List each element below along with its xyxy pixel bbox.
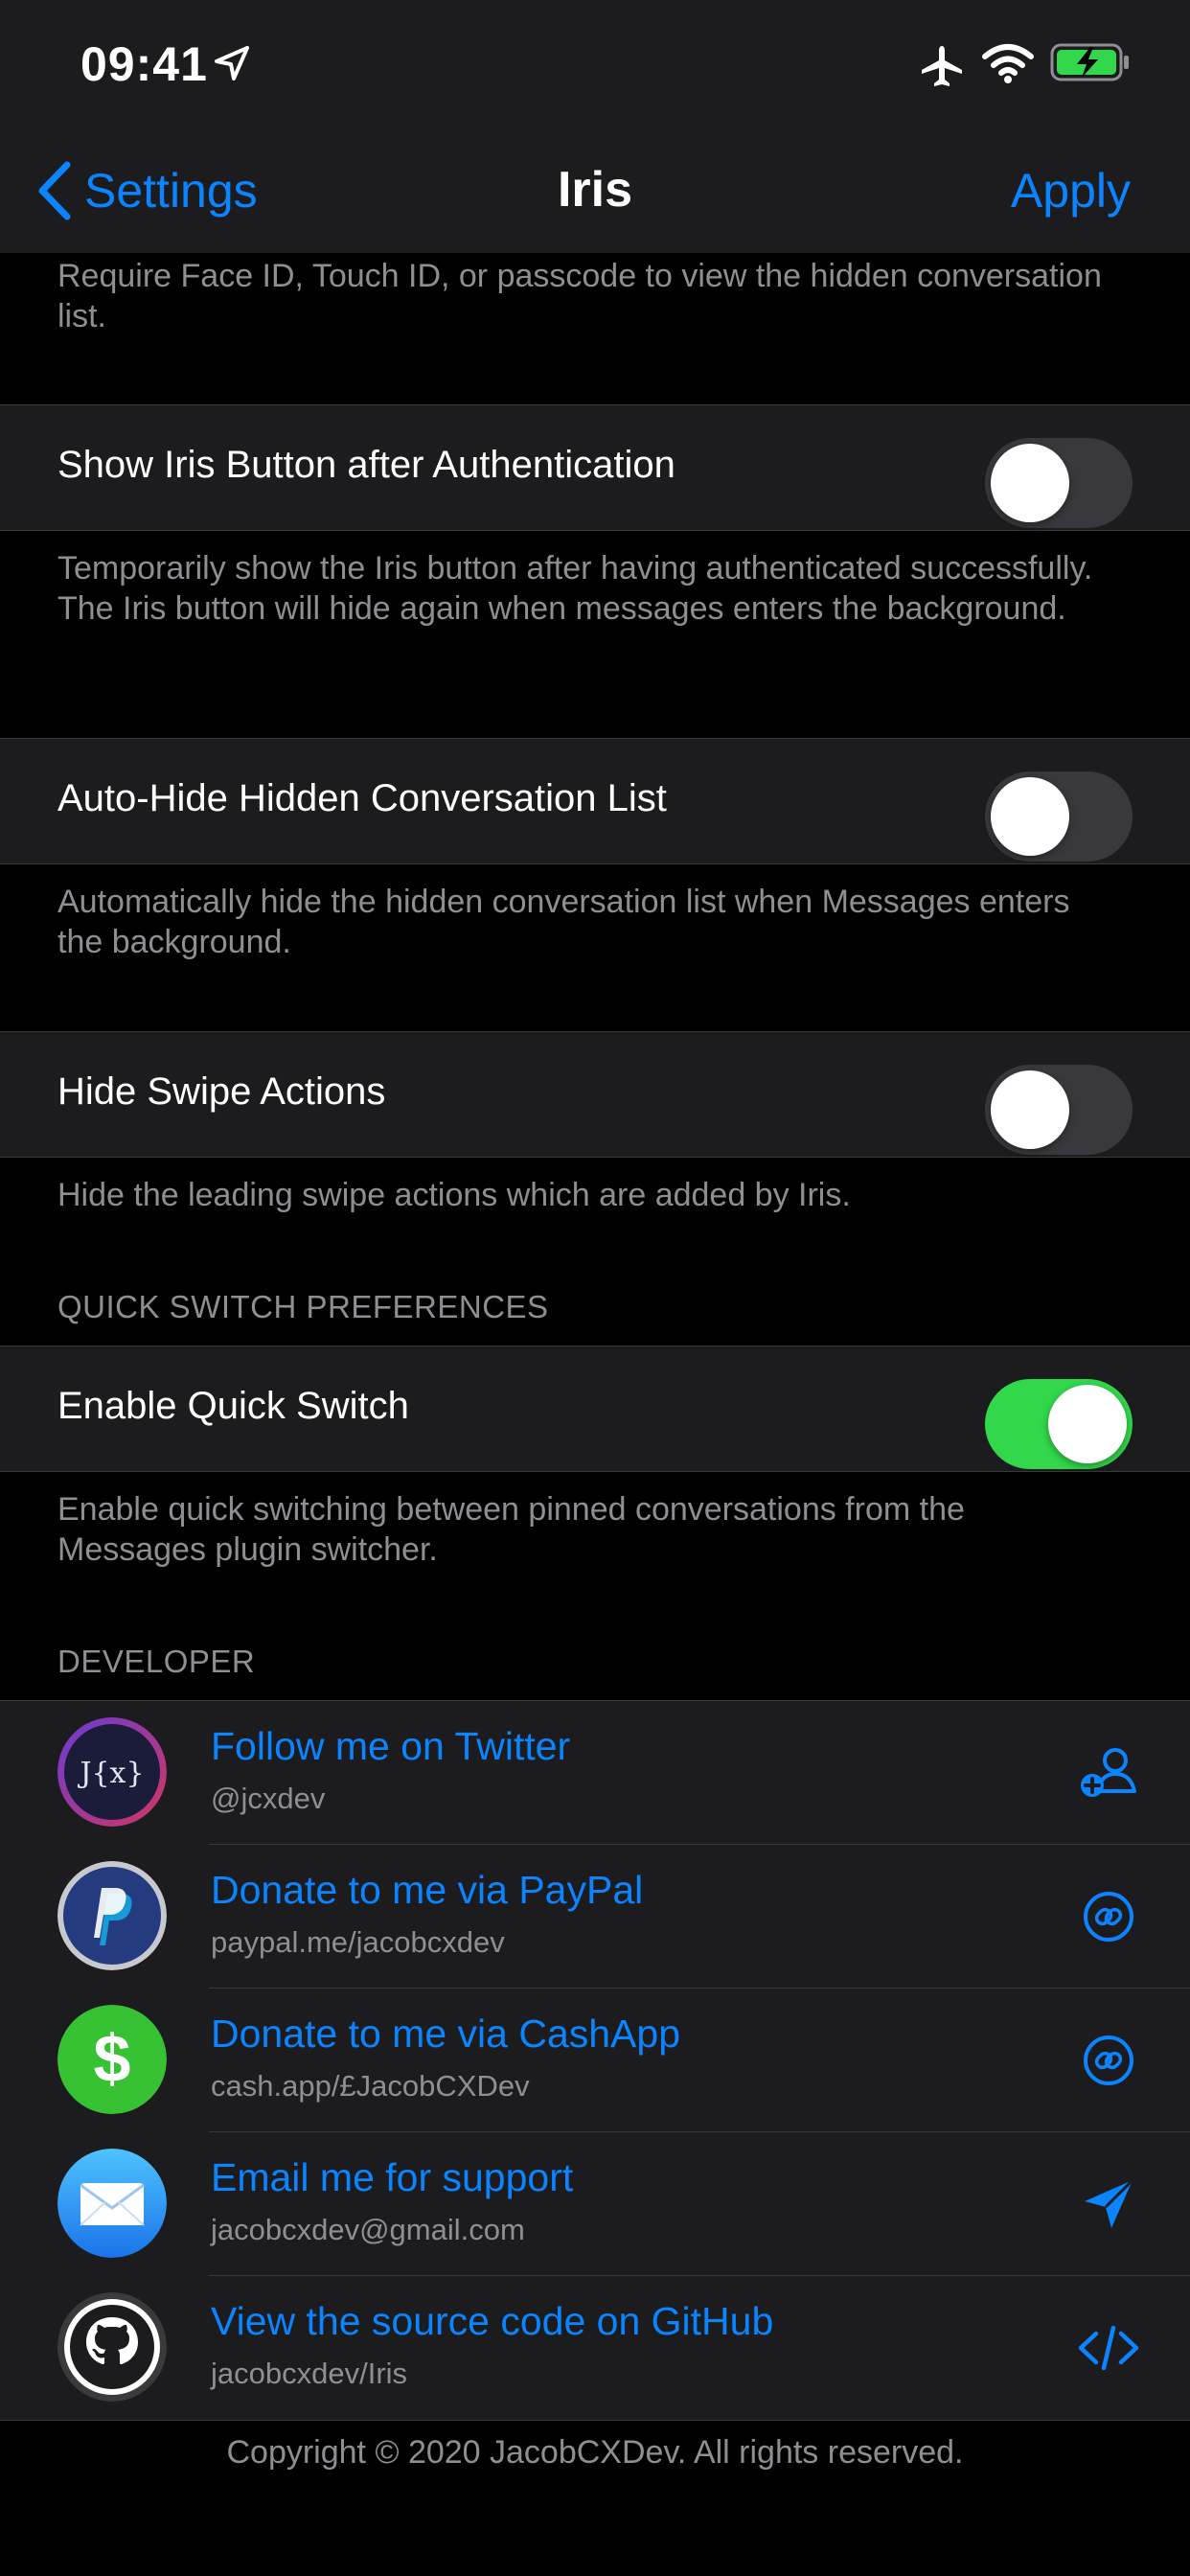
developer-row-subtitle: cash.app/£JacobCXDev — [211, 2069, 530, 2103]
developer-row-paypal[interactable]: Donate to me via PayPal paypal.me/jacobc… — [0, 1845, 1190, 1989]
section-header-quick-switch: QUICK SWITCH PREFERENCES — [57, 1289, 549, 1324]
setting-label: Enable Quick Switch — [57, 1385, 409, 1427]
mail-logo-icon — [57, 2149, 167, 2258]
developer-row-twitter[interactable]: J{x} Follow me on Twitter @jcxdev — [0, 1701, 1190, 1845]
status-bar: 09:41 — [0, 0, 1190, 128]
quick-switch-footer: Enable quick switching between pinned co… — [57, 1491, 965, 1568]
developer-row-subtitle: jacobcxdev@gmail.com — [211, 2213, 525, 2246]
setting-row-hide-swipe-actions: Hide Swipe Actions — [0, 1031, 1190, 1158]
battery-charging-icon — [1050, 43, 1129, 81]
passcode-footer: Require Face ID, Touch ID, or passcode t… — [57, 258, 1102, 334]
enable-quick-switch-toggle[interactable] — [985, 1379, 1133, 1469]
airplane-icon — [922, 46, 962, 86]
setting-footer: Temporarily show the Iris button after h… — [57, 550, 1093, 627]
developer-row-title: Follow me on Twitter — [211, 1724, 571, 1768]
developer-row-title: View the source code on GitHub — [211, 2299, 774, 2343]
setting-footer: Hide the leading swipe actions which are… — [57, 1177, 851, 1213]
setting-row-enable-quick-switch: Enable Quick Switch — [0, 1346, 1190, 1472]
status-time: 09:41 — [80, 37, 208, 91]
jcx-logo-icon: J{x} — [57, 1717, 167, 1827]
copyright-text: Copyright © 2020 JacobCXDev. All rights … — [226, 2434, 964, 2471]
svg-text:$: $ — [94, 2021, 131, 2096]
send-icon — [1085, 2178, 1134, 2228]
setting-row-auto-hide: Auto-Hide Hidden Conversation List — [0, 738, 1190, 864]
navigation-bar: Settings Iris Apply — [0, 128, 1190, 253]
wifi-icon — [982, 44, 1034, 83]
link-icon — [1084, 1892, 1133, 1942]
developer-row-title: Donate to me via PayPal — [211, 1868, 644, 1912]
developer-row-title: Donate to me via CashApp — [211, 2012, 680, 2056]
show-iris-button-toggle[interactable] — [985, 438, 1133, 528]
section-header-developer: DEVELOPER — [57, 1644, 256, 1679]
link-icon — [1084, 2036, 1133, 2085]
cashapp-logo-icon: $ — [57, 2005, 167, 2114]
setting-label: Auto-Hide Hidden Conversation List — [57, 777, 667, 819]
setting-footer: Automatically hide the hidden conversati… — [57, 884, 1070, 960]
developer-row-email[interactable]: Email me for support jacobcxdev@gmail.co… — [0, 2132, 1190, 2276]
code-icon — [1078, 2325, 1139, 2371]
paypal-logo-icon — [57, 1861, 167, 1970]
add-person-icon — [1081, 1748, 1136, 1797]
auto-hide-toggle[interactable] — [985, 771, 1133, 862]
developer-list: J{x} Follow me on Twitter @jcxdev Donate… — [0, 1700, 1190, 2421]
setting-label: Show Iris Button after Authentication — [57, 444, 675, 486]
developer-row-cashapp[interactable]: $ Donate to me via CashApp cash.app/£Jac… — [0, 1989, 1190, 2132]
hide-swipe-actions-toggle[interactable] — [985, 1065, 1133, 1155]
location-arrow-icon — [215, 46, 249, 80]
github-logo-icon — [57, 2292, 167, 2402]
apply-button[interactable]: Apply — [1011, 163, 1131, 218]
developer-row-subtitle: @jcxdev — [211, 1782, 326, 1815]
developer-row-github[interactable]: View the source code on GitHub jacobcxde… — [0, 2276, 1190, 2420]
svg-text:J{x}: J{x} — [77, 1757, 144, 1790]
developer-row-title: Email me for support — [211, 2155, 574, 2199]
developer-row-subtitle: jacobcxdev/Iris — [211, 2357, 408, 2390]
setting-label: Hide Swipe Actions — [57, 1070, 386, 1113]
setting-row-show-iris-button: Show Iris Button after Authentication — [0, 404, 1190, 531]
developer-row-subtitle: paypal.me/jacobcxdev — [211, 1925, 505, 1959]
